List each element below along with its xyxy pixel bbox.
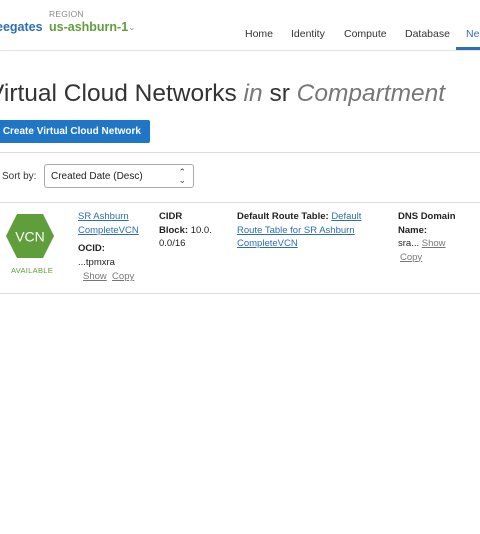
region-caption: REGION — [49, 9, 84, 19]
vcn-name-column: SR Ashburn CompleteVCN OCID: ...tpmxra Sh… — [78, 210, 158, 284]
ocid-value: ...tpmxra — [78, 256, 115, 268]
nav-identity[interactable]: Identity — [291, 28, 325, 40]
active-tab-indicator — [456, 47, 480, 50]
ocid-show-link[interactable]: Show — [83, 271, 107, 282]
route-table-column: Default Route Table: Default Route Table… — [237, 210, 377, 251]
cidr-label: Block: — [159, 224, 189, 236]
dns-label: Name: — [398, 224, 428, 236]
status-badge: AVAILABLE — [11, 266, 54, 275]
cidr-column: CIDR Block: 10.0. 0.0/16 — [159, 210, 234, 251]
ocid-label: OCID: — [78, 243, 105, 254]
nav-compute[interactable]: Compute — [344, 28, 387, 40]
nav-networking[interactable]: Ne — [466, 28, 479, 40]
select-arrows-icon: ⌃ ⌄ — [178, 167, 186, 185]
ocid-copy-link[interactable]: Copy — [112, 271, 134, 282]
cidr-value: 10.0. — [190, 224, 212, 236]
nav-database[interactable]: Database — [405, 28, 450, 40]
sort-select[interactable]: Created Date (Desc) ⌃ ⌄ — [44, 164, 194, 188]
dns-label: DNS Domain — [398, 211, 456, 222]
dns-show-link[interactable]: Show — [422, 238, 446, 249]
dns-column: DNS Domain Name: sra... Show Copy — [398, 210, 480, 264]
dns-copy-link[interactable]: Copy — [400, 252, 422, 263]
vcn-hexagon-icon: VCN — [6, 214, 54, 258]
sort-selected-value: Created Date (Desc) — [51, 171, 143, 182]
chevron-down-icon[interactable]: ⌄ — [128, 22, 136, 33]
route-table-link[interactable]: Route Table for SR Ashburn — [237, 225, 355, 236]
top-header: eegates REGION us-ashburn-1 ⌄ Home Ident… — [0, 0, 480, 51]
divider — [0, 293, 480, 294]
route-table-label: Default Route Table: — [237, 211, 329, 222]
nav-home[interactable]: Home — [245, 28, 273, 40]
divider — [0, 202, 480, 203]
region-selector[interactable]: us-ashburn-1 — [49, 20, 128, 34]
page-title: Virtual Cloud Networks in sr Compartment — [0, 80, 446, 107]
sort-label: Sort by: — [2, 171, 37, 182]
vcn-name-link[interactable]: SR Ashburn CompleteVCN — [78, 211, 139, 236]
create-vcn-button[interactable]: Create Virtual Cloud Network — [0, 120, 150, 143]
dns-value: sra... — [398, 238, 420, 249]
divider — [0, 152, 480, 153]
cidr-value: 0.0/16 — [159, 238, 186, 249]
route-table-link[interactable]: Default — [331, 211, 361, 222]
route-table-link[interactable]: CompleteVCN — [237, 238, 298, 249]
cidr-label: CIDR — [159, 211, 183, 222]
tenancy-name[interactable]: eegates — [0, 20, 43, 34]
vcn-badge-text: VCN — [15, 229, 45, 245]
